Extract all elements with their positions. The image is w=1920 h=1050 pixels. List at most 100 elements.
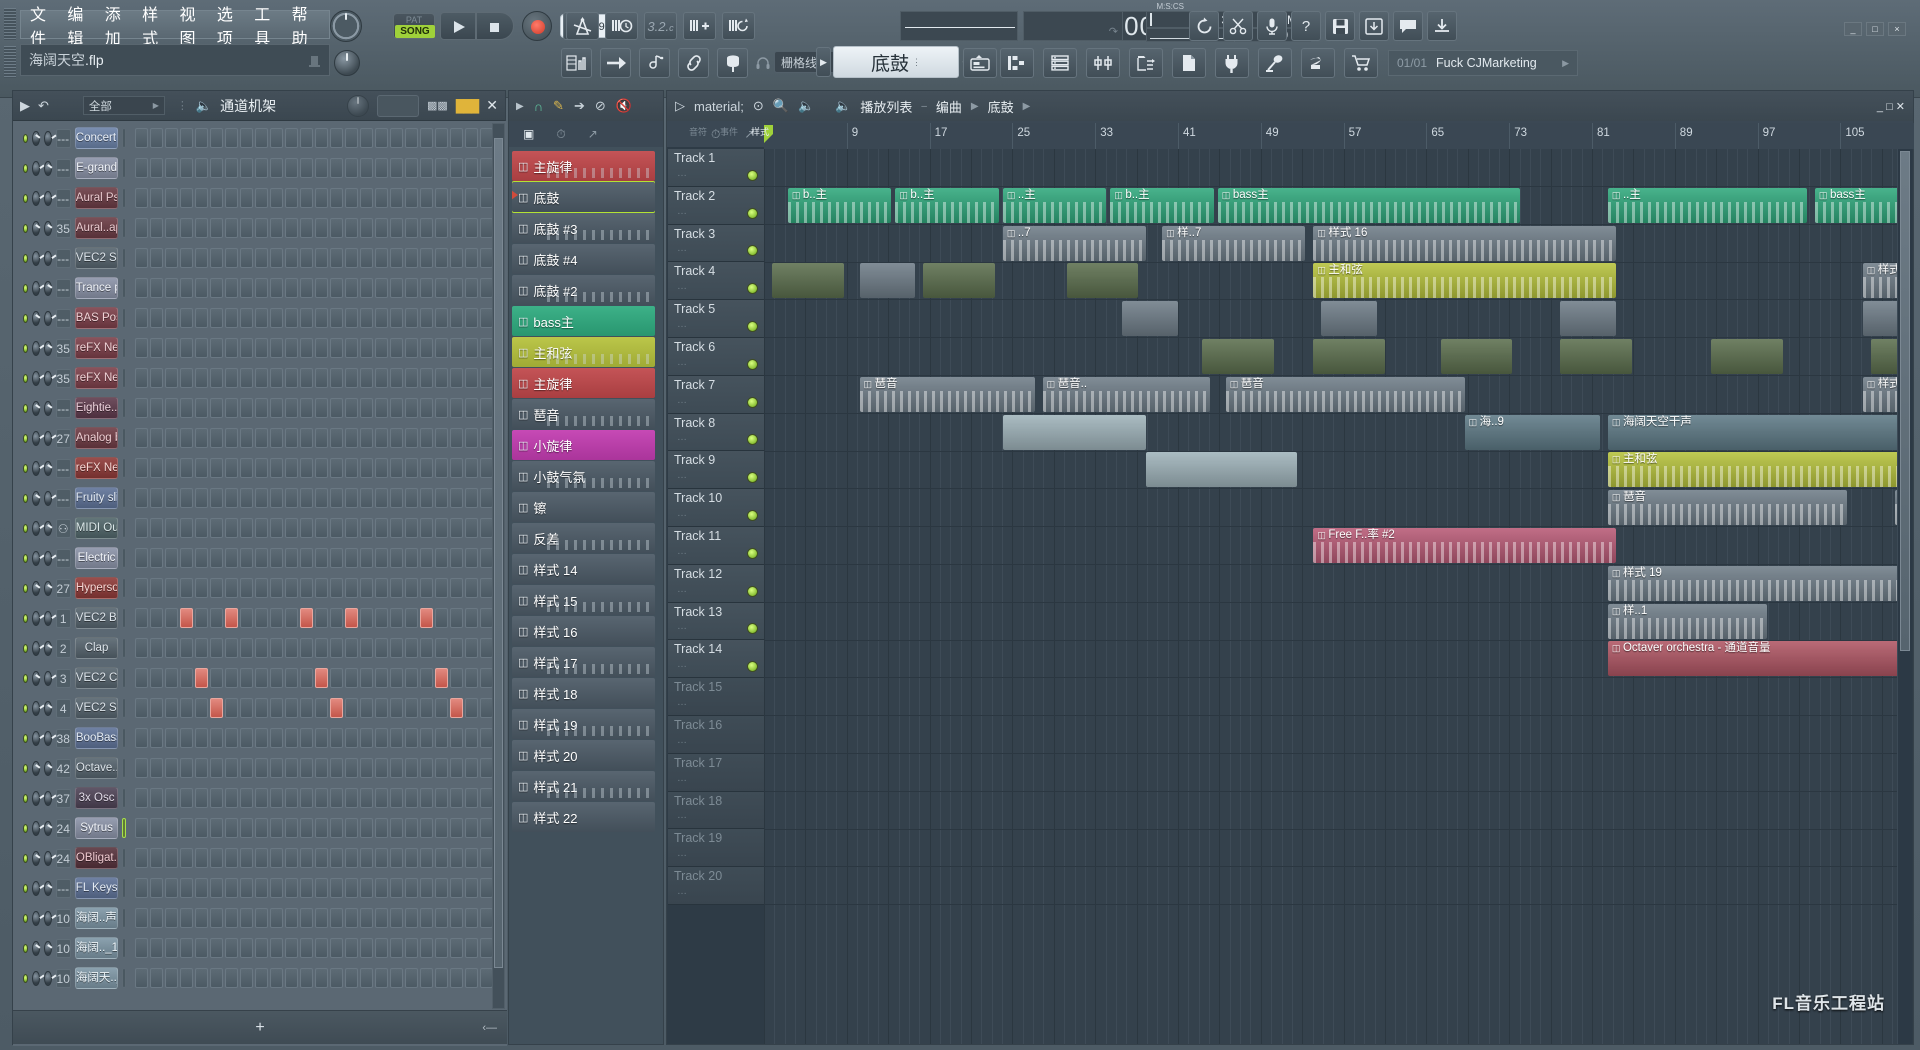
step-button[interactable] xyxy=(150,758,163,778)
track-header[interactable]: Track 18… xyxy=(668,791,764,830)
step-button[interactable] xyxy=(135,248,149,268)
track-enable-led[interactable] xyxy=(747,472,758,484)
step-button[interactable] xyxy=(210,278,224,298)
step-button[interactable] xyxy=(240,968,253,988)
playlist-clip[interactable] xyxy=(1002,414,1147,450)
step-button[interactable] xyxy=(330,848,343,868)
step-button[interactable] xyxy=(255,218,268,238)
step-button[interactable] xyxy=(360,728,373,748)
step-button[interactable] xyxy=(405,308,419,328)
step-button[interactable] xyxy=(180,458,194,478)
step-button[interactable] xyxy=(345,668,359,688)
step-button[interactable] xyxy=(360,518,374,538)
step-button[interactable] xyxy=(300,788,313,808)
channel-group-bar[interactable] xyxy=(122,518,127,538)
channel-mute-led[interactable] xyxy=(23,973,29,983)
step-button[interactable] xyxy=(255,458,269,478)
pattern-list-item[interactable]: ◫ 反差 xyxy=(512,523,655,553)
channel-group-bar[interactable] xyxy=(122,368,126,388)
step-button[interactable] xyxy=(255,488,269,508)
step-button[interactable] xyxy=(450,308,464,328)
step-button[interactable] xyxy=(390,698,404,718)
step-button[interactable] xyxy=(345,758,358,778)
step-button[interactable] xyxy=(390,548,404,568)
channel-pan-knob[interactable] xyxy=(32,460,40,476)
channel-group-bar[interactable] xyxy=(122,758,126,778)
channel-volume-knob[interactable] xyxy=(43,820,52,836)
channel-row[interactable]: ---reFX Nexus xyxy=(15,453,493,483)
channel-group-bar[interactable] xyxy=(122,488,127,508)
step-button[interactable] xyxy=(150,128,164,148)
step-button[interactable] xyxy=(135,638,149,658)
step-button[interactable] xyxy=(180,968,193,988)
track-header[interactable]: Track 3… xyxy=(668,224,764,263)
step-button[interactable] xyxy=(390,128,404,148)
track-enable-led[interactable] xyxy=(747,661,758,673)
channel-mute-led[interactable] xyxy=(23,613,29,623)
step-button[interactable] xyxy=(255,788,268,808)
step-button[interactable] xyxy=(345,308,359,328)
count-in-icon[interactable]: 3.2.c xyxy=(644,12,677,40)
step-button[interactable] xyxy=(315,698,329,718)
step-button[interactable] xyxy=(450,428,463,448)
step-button[interactable] xyxy=(240,248,254,268)
step-button[interactable] xyxy=(195,788,208,808)
shop-icon[interactable] xyxy=(1344,48,1378,78)
channel-mute-led[interactable] xyxy=(23,583,29,593)
step-sequencer-row[interactable] xyxy=(135,158,493,178)
channel-name-button[interactable]: Concert Piano xyxy=(74,127,119,149)
step-button[interactable] xyxy=(165,938,178,958)
step-button[interactable] xyxy=(180,428,193,448)
step-button[interactable] xyxy=(255,698,269,718)
step-button[interactable] xyxy=(255,908,268,928)
channel-row[interactable]: 3VEC2 Cy..sed 05 xyxy=(15,663,493,693)
channel-name-button[interactable]: Octave..chestra xyxy=(74,757,119,779)
step-button[interactable] xyxy=(315,938,328,958)
step-button[interactable] xyxy=(270,398,284,418)
pattern-list-item[interactable]: ◫ 样式 20 xyxy=(512,740,655,770)
grab-icon[interactable]: ▷ xyxy=(675,98,685,114)
step-button[interactable] xyxy=(345,488,359,508)
step-button[interactable] xyxy=(300,908,313,928)
step-button[interactable] xyxy=(255,398,269,418)
step-button[interactable] xyxy=(360,308,374,328)
step-sequencer-row[interactable] xyxy=(135,758,493,778)
channel-target-mixer[interactable]: --- xyxy=(55,458,71,478)
step-button[interactable] xyxy=(150,488,164,508)
step-button[interactable] xyxy=(330,488,344,508)
step-button[interactable] xyxy=(165,878,179,898)
step-button[interactable] xyxy=(270,788,283,808)
step-button[interactable] xyxy=(450,248,464,268)
step-button[interactable] xyxy=(390,788,403,808)
step-sequencer-row[interactable] xyxy=(135,428,493,448)
step-button[interactable] xyxy=(180,908,193,928)
channel-row[interactable]: 37 3x Osc xyxy=(15,783,493,813)
step-button[interactable] xyxy=(240,188,254,208)
channel-mute-led[interactable] xyxy=(23,733,29,743)
step-button[interactable] xyxy=(285,728,298,748)
channel-pan-knob[interactable] xyxy=(32,850,40,866)
step-button[interactable] xyxy=(420,338,433,358)
step-button[interactable] xyxy=(405,908,418,928)
step-button[interactable] xyxy=(330,248,344,268)
step-button[interactable] xyxy=(195,668,209,688)
step-button[interactable] xyxy=(345,398,359,418)
step-sequencer-row[interactable] xyxy=(135,968,493,988)
step-button[interactable] xyxy=(300,878,314,898)
step-button[interactable] xyxy=(450,368,463,388)
step-button[interactable] xyxy=(420,668,434,688)
track-header[interactable]: Track 2… xyxy=(668,186,764,225)
channel-row[interactable]: ⚇MIDI Out #2 xyxy=(15,513,493,543)
playlist-icon[interactable] xyxy=(561,48,592,78)
master-pitch-knob[interactable] xyxy=(330,10,362,42)
channel-pan-knob[interactable] xyxy=(32,700,40,716)
channel-target-mixer[interactable]: --- xyxy=(55,128,71,148)
channel-row[interactable]: 10海阔天.._1 ⟊ xyxy=(15,963,493,993)
channel-volume-knob[interactable] xyxy=(43,460,52,476)
channel-volume-knob[interactable] xyxy=(43,670,52,686)
channel-name-button[interactable]: 海阔.._19 ⟊ xyxy=(74,937,119,959)
step-sequencer-row[interactable] xyxy=(135,728,493,748)
step-button[interactable] xyxy=(435,368,448,388)
channel-volume-knob[interactable] xyxy=(43,250,52,266)
step-button[interactable] xyxy=(315,548,329,568)
